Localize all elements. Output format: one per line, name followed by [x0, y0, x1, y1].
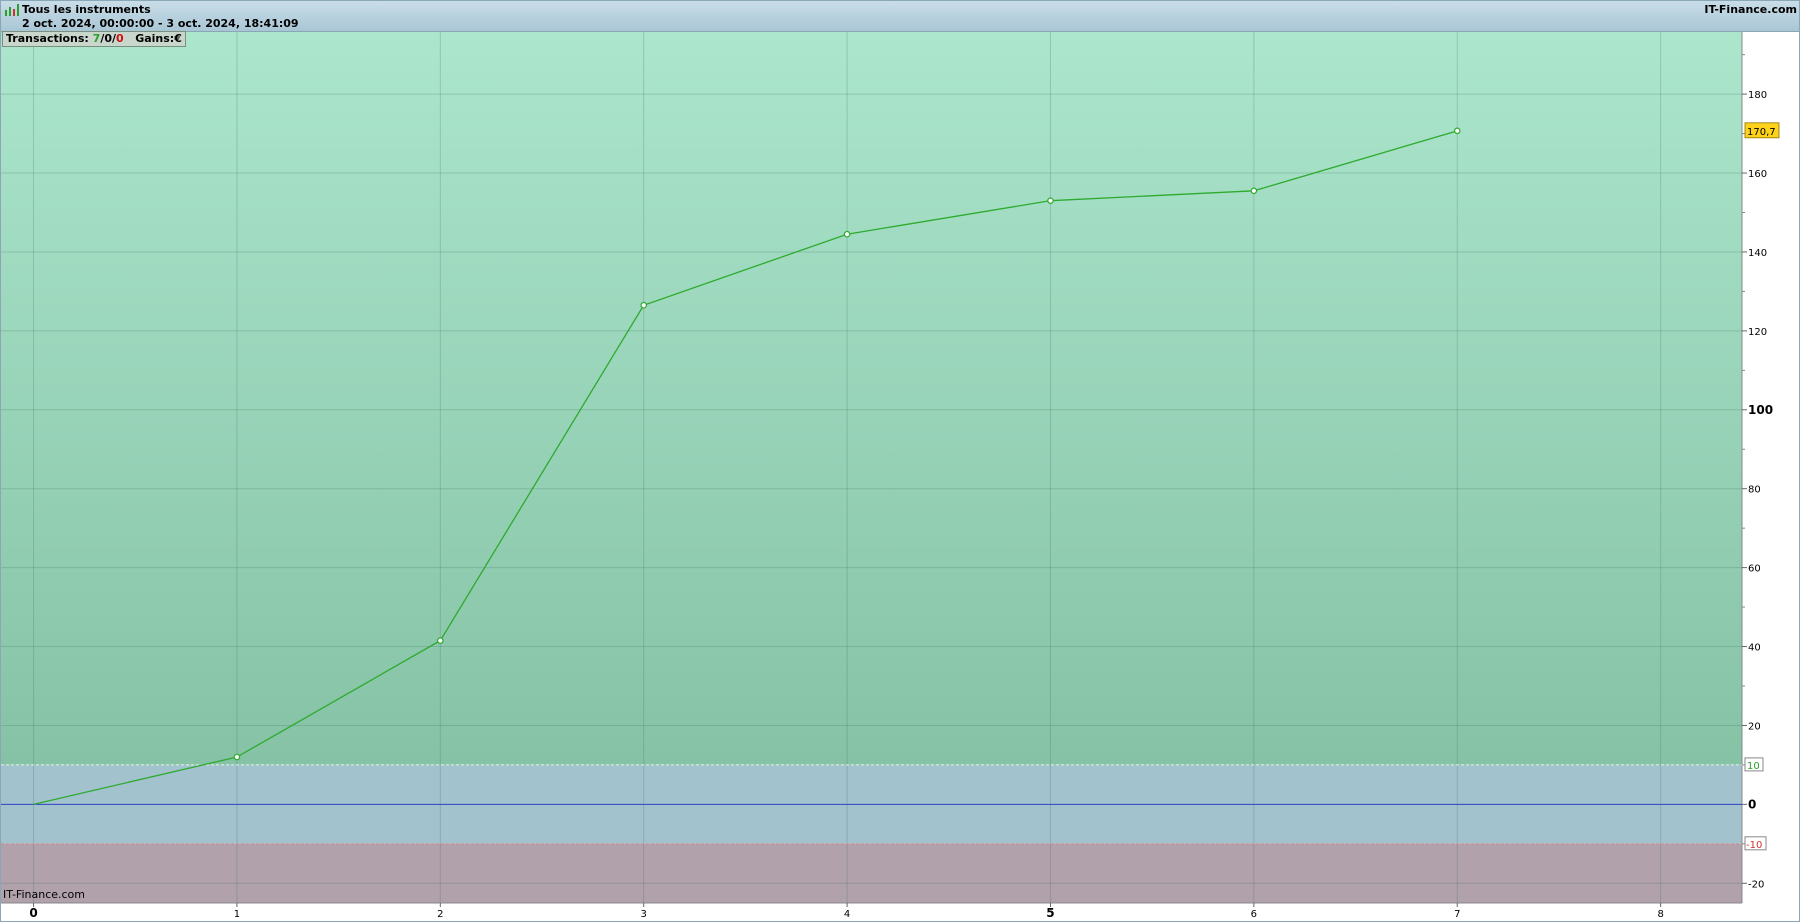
last-value-label: 170,7: [1747, 127, 1776, 138]
data-point: [843, 230, 851, 238]
x-axis-area: [1, 903, 1799, 921]
x-tick-label: 6: [1251, 909, 1257, 920]
data-point: [640, 301, 648, 309]
x-tick-label: 1: [234, 909, 240, 920]
x-tick-label: 4: [844, 909, 850, 920]
y-tick-label: 140: [1748, 248, 1767, 259]
data-point: [233, 753, 241, 761]
gains-currency: €: [174, 32, 182, 45]
transactions-mid: 0: [104, 32, 113, 45]
x-tick-label: 3: [641, 909, 647, 920]
x-tick-label: 2: [437, 909, 443, 920]
chart-frame: 0 1 2 3 4 5 6 7 8 -20 0 20 40 60 80 100 120 140 160 180 10 -1…: [0, 0, 1800, 922]
x-tick-label: 0: [29, 906, 37, 920]
upper-threshold-label: 10: [1747, 761, 1760, 772]
watermark-text: IT-Finance.com: [3, 888, 85, 901]
bar-chart-icon: [5, 4, 19, 16]
gains-label: Gains:: [135, 32, 175, 45]
profit-zone: [1, 31, 1742, 765]
brand-name: IT-Finance.com: [1704, 3, 1797, 16]
y-tick-label: 180: [1748, 90, 1767, 101]
transactions-label: Transactions:: [6, 32, 89, 45]
data-point: [1250, 187, 1258, 195]
data-point: [1453, 127, 1461, 135]
chart-header: Tous les instruments 2 oct. 2024, 00:00:…: [1, 1, 1799, 32]
y-tick-label: 80: [1748, 485, 1761, 496]
y-tick-label: 20: [1748, 721, 1761, 732]
transactions-loss: 0: [116, 32, 124, 45]
y-tick-label: -20: [1748, 879, 1764, 890]
y-tick-label: 40: [1748, 643, 1761, 654]
x-tick-label: 5: [1046, 906, 1054, 920]
y-axis-area: [1742, 31, 1799, 903]
equity-chart: 0 1 2 3 4 5 6 7 8 -20 0 20 40 60 80 100 120 140 160 180 10 -1…: [1, 31, 1799, 921]
transactions-summary: Transactions: 7/0/0 Gains:€: [2, 31, 186, 47]
y-tick-label: 0: [1748, 797, 1756, 811]
period-range: 2 oct. 2024, 00:00:00 - 3 oct. 2024, 18:…: [22, 17, 299, 30]
data-point: [1047, 197, 1054, 204]
y-tick-label: 60: [1748, 564, 1761, 575]
y-tick-label: 100: [1748, 403, 1773, 417]
y-tick-label: 120: [1748, 327, 1767, 338]
x-tick-label: 8: [1657, 909, 1663, 920]
y-tick-label: 160: [1748, 169, 1767, 180]
loss-zone: [1, 843, 1742, 903]
lower-threshold-label: -10: [1746, 840, 1762, 851]
chart-title: Tous les instruments: [22, 3, 151, 16]
x-tick-label: 7: [1454, 909, 1460, 920]
data-point: [437, 637, 444, 644]
